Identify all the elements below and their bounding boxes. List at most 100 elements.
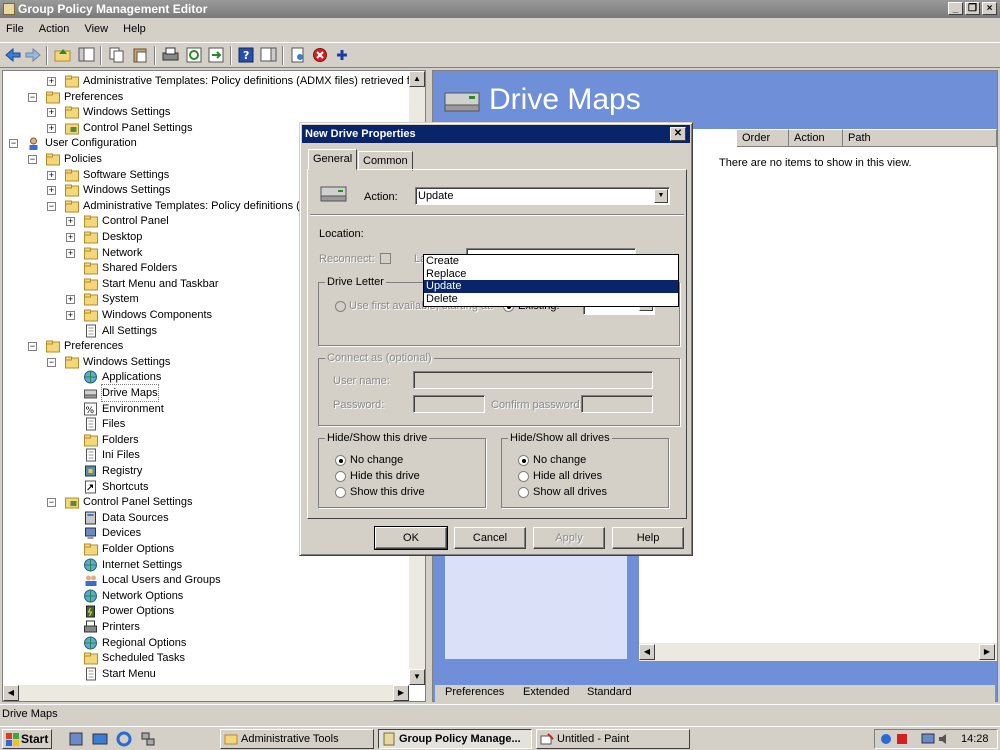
list-horizontal-scrollbar[interactable]: ◀ ▶ [639,643,997,661]
all-no-change-radio[interactable] [518,455,529,466]
tab-preferences[interactable]: Preferences [445,686,504,698]
expand-icon[interactable]: + [47,170,56,180]
reconnect-checkbox[interactable] [380,253,391,264]
user-name-field[interactable] [413,371,653,389]
expand-icon[interactable]: + [66,233,75,242]
tab-standard[interactable]: Standard [587,686,632,698]
apply-button[interactable]: Apply [533,527,605,549]
properties-icon[interactable] [290,47,308,63]
export-list-icon[interactable] [208,47,226,63]
tab-extended[interactable]: Extended [523,686,569,698]
show-all-drives-radio[interactable] [518,487,529,498]
internet-explorer-icon[interactable] [116,731,132,747]
tree-item[interactable]: Scheduled Tasks [3,650,413,666]
print-icon[interactable] [162,47,180,63]
action-combobox[interactable]: Update ▼ [415,187,670,205]
hide-this-drive-radio[interactable] [335,471,346,482]
this-no-change-radio[interactable] [335,455,346,466]
minimize-button[interactable]: _ [948,2,963,15]
tree-horizontal-scrollbar[interactable]: ◀ ▶ [3,685,409,701]
tree-item[interactable]: Printers [3,619,413,635]
tab-common[interactable]: Common [358,151,413,171]
close-button[interactable]: × [982,2,997,15]
collapse-icon[interactable]: − [47,201,56,211]
tree-item[interactable]: + Windows Settings [3,104,413,120]
cancel-button[interactable]: Cancel [454,527,526,549]
taskbar-item-paint[interactable]: Untitled - Paint [536,729,690,749]
refresh-icon[interactable] [186,47,204,63]
add-icon[interactable] [334,47,352,63]
tab-general[interactable]: General [308,149,358,170]
expand-icon[interactable]: + [66,217,75,227]
column-path[interactable]: Path [843,129,997,147]
collapse-icon[interactable]: − [28,92,37,102]
copy-icon[interactable] [108,47,126,63]
menu-help[interactable]: Help [117,20,152,38]
expand-icon[interactable]: + [66,311,75,320]
tree-item[interactable]: Power Options [3,603,413,619]
stop-icon[interactable] [312,47,330,63]
expand-icon[interactable]: + [66,248,75,258]
tree-item[interactable]: − Preferences [3,89,413,105]
collapse-icon[interactable]: − [47,498,56,508]
column-action[interactable]: Action [789,129,843,147]
scroll-down-icon[interactable]: ▼ [409,669,425,685]
scroll-left-icon[interactable]: ◀ [639,644,655,660]
action-dropdown-list[interactable]: Create Replace Update Delete [423,254,679,307]
show-hide-action-pane-icon[interactable] [260,47,278,63]
option-create[interactable]: Create [424,255,678,268]
network-icon[interactable] [140,731,156,747]
tree-item[interactable]: Network Options [3,588,413,604]
tree-item[interactable]: Local Users and Groups [3,572,413,588]
server-manager-icon[interactable] [68,731,84,747]
taskbar-item-group-policy[interactable]: Group Policy Manage... [378,729,532,749]
hide-all-drives-radio[interactable] [518,471,529,482]
tree-item[interactable]: + Administrative Templates: Policy defini… [3,73,425,89]
option-replace[interactable]: Replace [424,268,678,281]
tray-volume-icon[interactable] [937,732,951,746]
forward-icon[interactable] [24,47,42,63]
menu-view[interactable]: View [78,20,114,38]
help-icon[interactable]: ? [238,47,256,63]
column-order[interactable]: Order [737,129,789,147]
collapse-icon[interactable]: − [28,342,37,352]
dialog-close-icon[interactable]: ✕ [670,127,686,141]
back-icon[interactable] [4,47,22,63]
help-button[interactable]: Help [612,527,684,549]
scroll-right-icon[interactable]: ▶ [393,685,409,701]
chevron-down-icon[interactable]: ▼ [654,189,668,203]
show-this-drive-radio[interactable] [335,487,346,498]
collapse-icon[interactable]: − [28,155,37,164]
taskbar-item-administrative-tools[interactable]: Administrative Tools [220,729,374,749]
collapse-icon[interactable]: − [9,139,18,149]
tray-monitor-icon[interactable] [921,732,935,746]
start-button[interactable]: Start [2,729,52,749]
tree-item[interactable]: Regional Options [3,635,413,651]
confirm-password-field[interactable] [581,395,653,413]
expand-icon[interactable]: + [47,123,56,133]
tree-item[interactable]: Internet Settings [3,557,413,573]
tree-item[interactable]: Start Menu [3,666,413,682]
menu-file[interactable]: File [0,20,30,38]
show-desktop-icon[interactable] [92,731,108,747]
first-available-radio[interactable] [335,301,346,312]
expand-icon[interactable]: + [66,295,75,305]
tray-network-icon[interactable] [879,732,893,746]
up-folder-icon[interactable] [54,47,72,63]
ok-button[interactable]: OK [374,526,448,550]
option-delete[interactable]: Delete [424,293,678,306]
password-field[interactable] [413,395,485,413]
collapse-icon[interactable]: − [47,357,56,367]
menu-action[interactable]: Action [33,20,76,38]
expand-icon[interactable]: + [47,77,56,86]
scroll-up-icon[interactable]: ▲ [409,71,425,87]
expand-icon[interactable]: + [47,186,56,196]
expand-icon[interactable]: + [47,108,56,118]
tray-security-icon[interactable] [895,732,909,746]
option-update[interactable]: Update [424,280,678,293]
restore-button[interactable]: ❐ [965,2,980,15]
show-hide-tree-icon[interactable] [78,47,96,63]
scroll-left-icon[interactable]: ◀ [3,685,19,701]
paste-icon[interactable] [132,47,150,63]
scroll-right-icon[interactable]: ▶ [979,644,995,660]
